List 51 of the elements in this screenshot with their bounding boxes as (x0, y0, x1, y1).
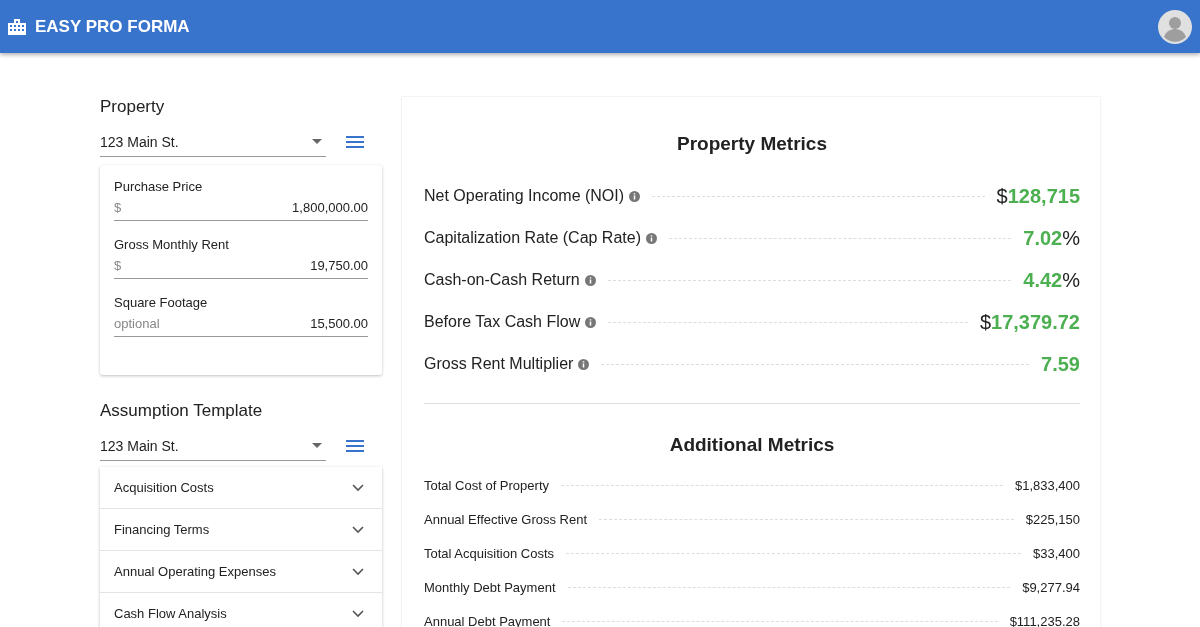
metric-label: Total Acquisition Costs (424, 545, 555, 561)
property-select[interactable]: 123 Main St. (100, 127, 326, 157)
template-select[interactable]: 123 Main St. (100, 431, 326, 461)
metric-value: 7.02% (1023, 226, 1080, 250)
expansion-panel[interactable]: Cash Flow Analysis (100, 593, 382, 627)
section-title: Property Metrics (676, 133, 828, 155)
metric-value: 4.42% (1023, 268, 1080, 292)
section-title: Additional Metrics (668, 434, 836, 456)
chevron-icon (352, 567, 364, 576)
section-heading: Property (100, 97, 166, 117)
metric-value: $9,277.94 (1022, 579, 1080, 595)
input-field[interactable]: optional 15,500.00 (114, 316, 368, 337)
metric-label: Gross Rent Multiplier (424, 355, 574, 373)
caret-icon (312, 139, 322, 144)
field-label: Gross Monthly Rent (114, 237, 230, 252)
metric-label: Capitalization Rate (Cap Rate) (424, 229, 641, 247)
metric-value: 7.59 (1041, 352, 1080, 376)
metric-label: Net Operating Income (NOI) (424, 187, 625, 205)
expansion-panel[interactable]: Financing Terms (100, 509, 382, 551)
metric-label: Total Cost of Property (424, 477, 549, 493)
field-label: Square Footage (114, 295, 209, 310)
info-icon[interactable] (629, 190, 641, 202)
metric-value: $128,715 (996, 184, 1080, 208)
metric-value: $225,150 (1025, 511, 1080, 527)
info-icon[interactable] (578, 358, 590, 370)
info-icon[interactable] (585, 316, 597, 328)
input-field[interactable]: $ 19,750.00 (114, 258, 368, 279)
menu-icon[interactable] (346, 136, 364, 148)
input-field[interactable]: $ 1,800,000.00 (114, 200, 368, 221)
metric-value: $111,235.28 (1009, 613, 1080, 627)
expansion-panel[interactable]: Annual Operating Expenses (100, 551, 382, 593)
section-heading: Assumption Template (100, 401, 264, 421)
chevron-icon (352, 483, 364, 492)
field-label: Purchase Price (114, 179, 204, 194)
info-icon[interactable] (584, 274, 596, 286)
caret-icon (312, 443, 322, 448)
app-title: EASY PRO FORMA (35, 16, 190, 37)
avatar-icon[interactable] (1158, 9, 1192, 44)
chevron-icon (352, 609, 364, 618)
metric-value: $17,379.72 (979, 310, 1080, 334)
metric-label: Annual Effective Gross Rent (424, 511, 588, 527)
metric-label: Cash-on-Cash Return (424, 271, 580, 289)
chevron-icon (352, 525, 364, 534)
menu-icon[interactable] (346, 440, 364, 452)
metric-value: $33,400 (1033, 545, 1080, 561)
expansion-panel[interactable]: Acquisition Costs (100, 467, 382, 509)
building-icon (8, 18, 26, 35)
info-icon[interactable] (646, 232, 657, 244)
metric-label: Monthly Debt Payment (424, 579, 556, 595)
metric-value: $1,833,400 (1014, 477, 1080, 493)
metric-label: Before Tax Cash Flow (424, 313, 581, 331)
